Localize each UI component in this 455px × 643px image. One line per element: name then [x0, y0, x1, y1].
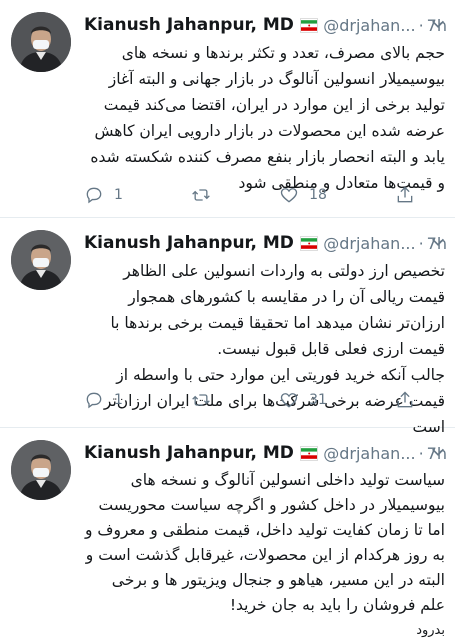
- share-button[interactable]: [395, 390, 415, 410]
- avatar[interactable]: [11, 12, 71, 72]
- reply-count: 1: [114, 392, 123, 408]
- like-count: 18: [309, 187, 327, 203]
- chevron-down-icon[interactable]: [429, 233, 447, 251]
- avatar[interactable]: [11, 440, 71, 500]
- share-button[interactable]: [395, 185, 415, 205]
- reply-icon: [86, 187, 102, 204]
- tweet-paragraph: بدرود: [416, 623, 445, 638]
- tweet-header: Kianush Jahanpur, MD @drjahan... · 7h: [84, 230, 447, 256]
- tweet[interactable]: Kianush Jahanpur, MD @drjahan... · 7h سی…: [0, 428, 455, 640]
- iran-flag-icon: [299, 17, 319, 33]
- tweet-header: Kianush Jahanpur, MD @drjahan... · 7h: [84, 440, 447, 466]
- iran-flag-icon: [299, 235, 319, 251]
- reply-button[interactable]: 1: [84, 185, 123, 205]
- retweet-icon: [192, 394, 210, 406]
- tweet-actions: 1 18: [84, 185, 415, 205]
- heart-icon: [280, 188, 298, 203]
- tweet-paragraph: تخصیص ارز دولتی به واردات انسولین علی ال…: [110, 262, 445, 358]
- tweet[interactable]: Kianush Jahanpur, MD @drjahan... · 7h تخ…: [0, 218, 455, 436]
- author-handle[interactable]: @drjahan...: [323, 444, 415, 463]
- chevron-down-icon[interactable]: [429, 15, 447, 33]
- separator-dot: ·: [418, 15, 424, 35]
- like-button[interactable]: 31: [279, 390, 327, 410]
- separator-dot: ·: [418, 233, 424, 253]
- chevron-down-icon[interactable]: [429, 443, 447, 461]
- tweet[interactable]: Kianush Jahanpur, MD @drjahan... · 7h حج…: [0, 0, 455, 218]
- tweet-text: سیاست تولید داخلی انسولین آنالوگ و نسخه …: [84, 468, 445, 643]
- tweet-actions: 1 31: [84, 390, 415, 410]
- like-count: 31: [309, 392, 327, 408]
- author-name[interactable]: Kianush Jahanpur, MD: [84, 443, 294, 463]
- tweet-header: Kianush Jahanpur, MD @drjahan... · 7h: [84, 12, 447, 38]
- separator-dot: ·: [418, 443, 424, 463]
- author-handle[interactable]: @drjahan...: [323, 16, 415, 35]
- author-name[interactable]: Kianush Jahanpur, MD: [84, 233, 294, 253]
- retweet-button[interactable]: [191, 185, 211, 205]
- tweet-paragraph: حجم بالای مصرف، تعدد و تکثر برندها و نسخ…: [90, 44, 445, 192]
- share-icon: [397, 391, 413, 408]
- tweet-text: تخصیص ارز دولتی به واردات انسولین علی ال…: [84, 258, 445, 440]
- author-name[interactable]: Kianush Jahanpur, MD: [84, 15, 294, 35]
- reply-count: 1: [114, 187, 123, 203]
- avatar[interactable]: [11, 230, 71, 290]
- retweet-icon: [192, 189, 210, 201]
- retweet-button[interactable]: [191, 390, 211, 410]
- like-button[interactable]: 18: [279, 185, 327, 205]
- iran-flag-icon: [299, 445, 319, 461]
- tweet-paragraph: سیاست تولید داخلی انسولین آنالوگ و نسخه …: [85, 471, 445, 614]
- share-icon: [397, 186, 413, 203]
- heart-icon: [280, 393, 298, 408]
- reply-button[interactable]: 1: [84, 390, 123, 410]
- author-handle[interactable]: @drjahan...: [323, 234, 415, 253]
- reply-icon: [86, 392, 102, 409]
- tweet-text: حجم بالای مصرف، تعدد و تکثر برندها و نسخ…: [84, 40, 445, 196]
